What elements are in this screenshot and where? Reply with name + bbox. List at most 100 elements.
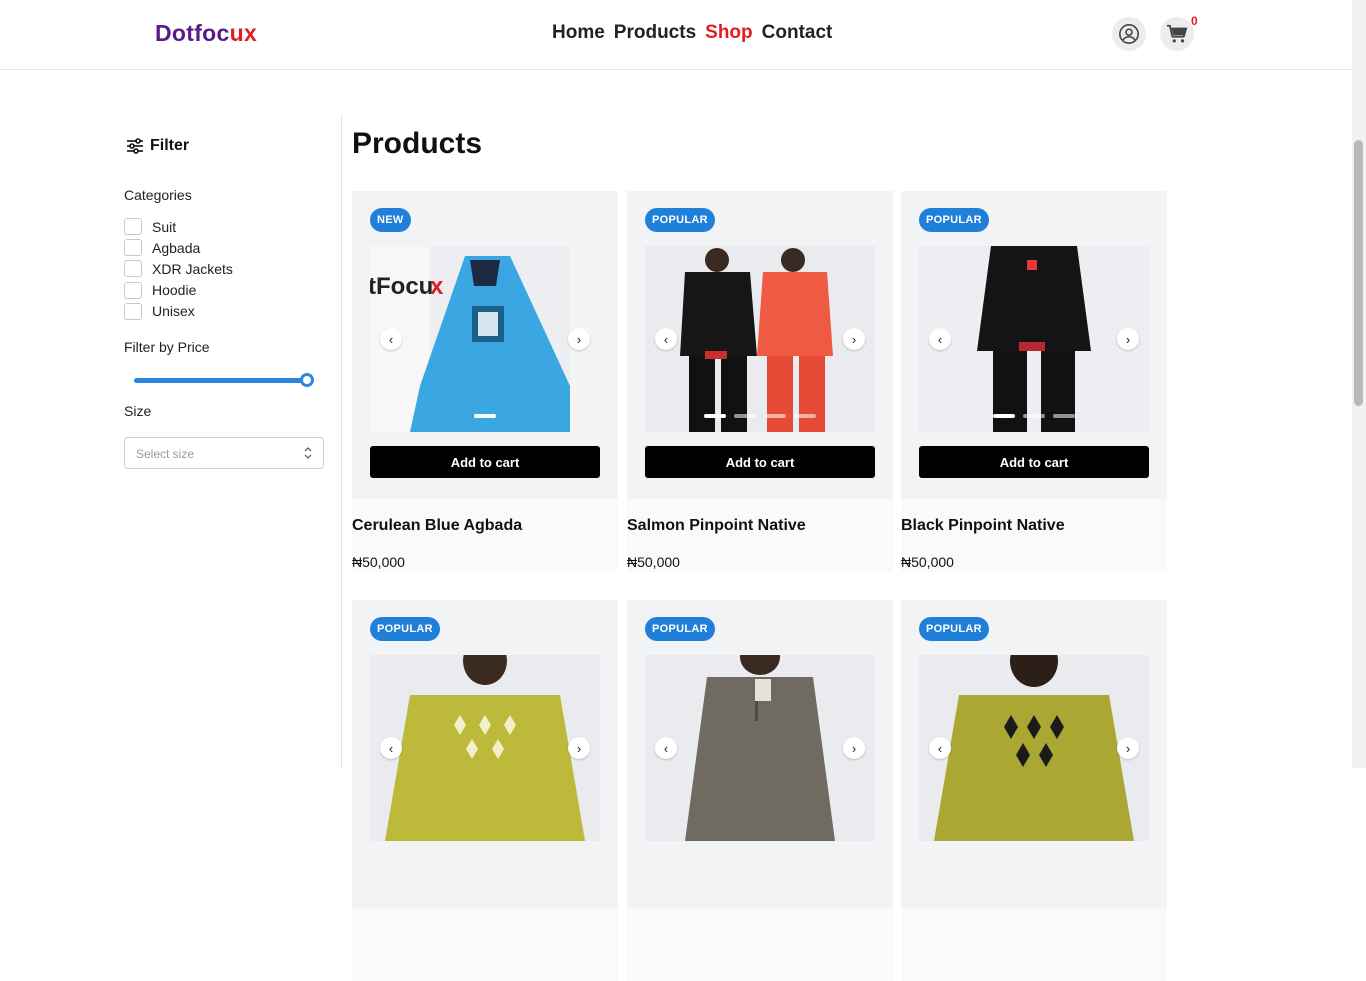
carousel-prev-button[interactable]: ‹ — [655, 737, 677, 759]
categories-title: Categories — [124, 187, 192, 203]
carousel-dot[interactable] — [794, 414, 816, 418]
category-item-xdr-jackets[interactable]: XDR Jackets — [124, 258, 233, 279]
product-price: ₦50,000 — [352, 554, 405, 570]
product-name[interactable]: Cerulean Blue Agbada — [352, 517, 522, 535]
product-card[interactable]: POPULAR ‹ › — [627, 600, 893, 981]
product-name[interactable]: Black Pinpoint Native — [901, 517, 1065, 535]
user-icon — [1119, 24, 1139, 44]
category-item-hoodie[interactable]: Hoodie — [124, 280, 233, 301]
price-slider-track[interactable] — [134, 378, 312, 383]
main-nav: Home Products Shop Contact — [552, 22, 832, 44]
nav-contact[interactable]: Contact — [762, 22, 833, 44]
product-badge: NEW — [370, 208, 411, 232]
carousel-prev-button[interactable]: ‹ — [929, 328, 951, 350]
carousel-prev-button[interactable]: ‹ — [929, 737, 951, 759]
product-price: ₦50,000 — [901, 554, 954, 570]
category-checkbox[interactable] — [124, 302, 142, 320]
carousel-dot[interactable] — [1023, 414, 1045, 418]
carousel-next-button[interactable]: › — [1117, 328, 1139, 350]
product-badge: POPULAR — [370, 617, 440, 641]
category-item-suit[interactable]: Suit — [124, 216, 233, 237]
category-item-unisex[interactable]: Unisex — [124, 301, 233, 322]
product-card-media: NEW tFocu x ‹ › Add to cart — [352, 191, 618, 499]
product-photo-salmon-native — [645, 246, 875, 432]
carousel-dot[interactable] — [734, 414, 756, 418]
nav-products[interactable]: Products — [614, 22, 696, 44]
size-title: Size — [124, 403, 152, 419]
product-card[interactable]: NEW tFocu x ‹ › Add to cart Cerulean Blu… — [352, 191, 618, 572]
product-badge: POPULAR — [919, 617, 989, 641]
category-label: Unisex — [152, 303, 195, 320]
product-name[interactable]: Salmon Pinpoint Native — [627, 517, 806, 535]
product-card-media: POPULAR ‹ › Add to cart — [627, 191, 893, 499]
filter-label: Filter — [150, 137, 190, 154]
product-card[interactable]: POPULAR ‹ › — [901, 600, 1167, 981]
price-filter-title: Filter by Price — [124, 339, 210, 355]
page-title: Products — [352, 127, 483, 160]
carousel-dot[interactable] — [1053, 414, 1075, 418]
svg-text:tFocu: tFocu — [370, 273, 433, 300]
product-badge: POPULAR — [645, 208, 715, 232]
cart-button[interactable] — [1160, 17, 1194, 51]
carousel-prev-button[interactable]: ‹ — [380, 737, 402, 759]
filter-sidebar: Filter Categories Suit Agbada XDR Jacket… — [124, 114, 342, 768]
add-to-cart-button[interactable]: Add to cart — [645, 446, 875, 478]
product-image[interactable]: ‹ › — [645, 246, 875, 432]
product-image[interactable]: tFocu x ‹ › — [370, 246, 600, 432]
page-scrollbar-thumb[interactable] — [1354, 140, 1363, 406]
product-card[interactable]: POPULAR ‹ › Add to cart Black Pinpoint N… — [901, 191, 1167, 572]
category-list: Suit Agbada XDR Jackets Hoodie Unisex — [124, 216, 233, 322]
product-photo-black-native — [919, 246, 1149, 432]
category-checkbox[interactable] — [124, 239, 142, 257]
category-label: Hoodie — [152, 282, 197, 299]
cart-icon — [1166, 24, 1188, 43]
brand-logo-part1: Dotfoc — [155, 20, 230, 46]
sliders-icon — [127, 138, 143, 154]
brand-logo-part2: ux — [229, 20, 258, 46]
product-card-media: POPULAR ‹ › Add to cart — [901, 191, 1167, 499]
nav-home[interactable]: Home — [552, 22, 605, 44]
category-label: XDR Jackets — [152, 260, 233, 277]
svg-text:x: x — [430, 273, 444, 300]
product-image[interactable]: ‹ › — [919, 246, 1149, 432]
carousel-dot[interactable] — [704, 414, 726, 418]
product-image[interactable]: ‹ › — [645, 655, 875, 841]
product-card[interactable]: POPULAR ‹ › Add to cart Salmon Pinpoint … — [627, 191, 893, 572]
brand-logo[interactable]: Dotfocux — [155, 20, 257, 47]
carousel-next-button[interactable]: › — [568, 737, 590, 759]
category-label: Agbada — [152, 239, 201, 256]
filter-heading[interactable]: Filter — [126, 137, 189, 155]
carousel-next-button[interactable]: › — [568, 328, 590, 350]
price-slider-handle[interactable] — [300, 373, 314, 387]
product-badge: POPULAR — [919, 208, 989, 232]
account-button[interactable] — [1112, 17, 1146, 51]
product-photo-grey-kaftan — [645, 655, 875, 841]
product-image[interactable]: ‹ › — [370, 655, 600, 841]
carousel-dot[interactable] — [764, 414, 786, 418]
product-photo-agbada: tFocu x — [370, 246, 600, 432]
chevron-up-down-icon — [304, 447, 312, 459]
carousel-dots — [645, 414, 875, 418]
product-card[interactable]: POPULAR ‹ › — [352, 600, 618, 981]
product-card-media: POPULAR ‹ › — [352, 600, 618, 908]
carousel-dot[interactable] — [474, 414, 496, 418]
size-select[interactable]: Select size — [124, 437, 324, 469]
product-photo-olive-diamond — [370, 655, 600, 841]
carousel-dots — [370, 414, 600, 418]
category-checkbox[interactable] — [124, 218, 142, 236]
carousel-dots — [919, 414, 1149, 418]
carousel-next-button[interactable]: › — [843, 737, 865, 759]
category-checkbox[interactable] — [124, 281, 142, 299]
cart-count-badge: 0 — [1191, 14, 1198, 28]
category-item-agbada[interactable]: Agbada — [124, 237, 233, 258]
carousel-next-button[interactable]: › — [1117, 737, 1139, 759]
carousel-prev-button[interactable]: ‹ — [655, 328, 677, 350]
product-image[interactable]: ‹ › — [919, 655, 1149, 841]
carousel-dot[interactable] — [993, 414, 1015, 418]
add-to-cart-button[interactable]: Add to cart — [919, 446, 1149, 478]
add-to-cart-button[interactable]: Add to cart — [370, 446, 600, 478]
carousel-next-button[interactable]: › — [843, 328, 865, 350]
nav-shop[interactable]: Shop — [705, 22, 753, 44]
carousel-prev-button[interactable]: ‹ — [380, 328, 402, 350]
category-checkbox[interactable] — [124, 260, 142, 278]
